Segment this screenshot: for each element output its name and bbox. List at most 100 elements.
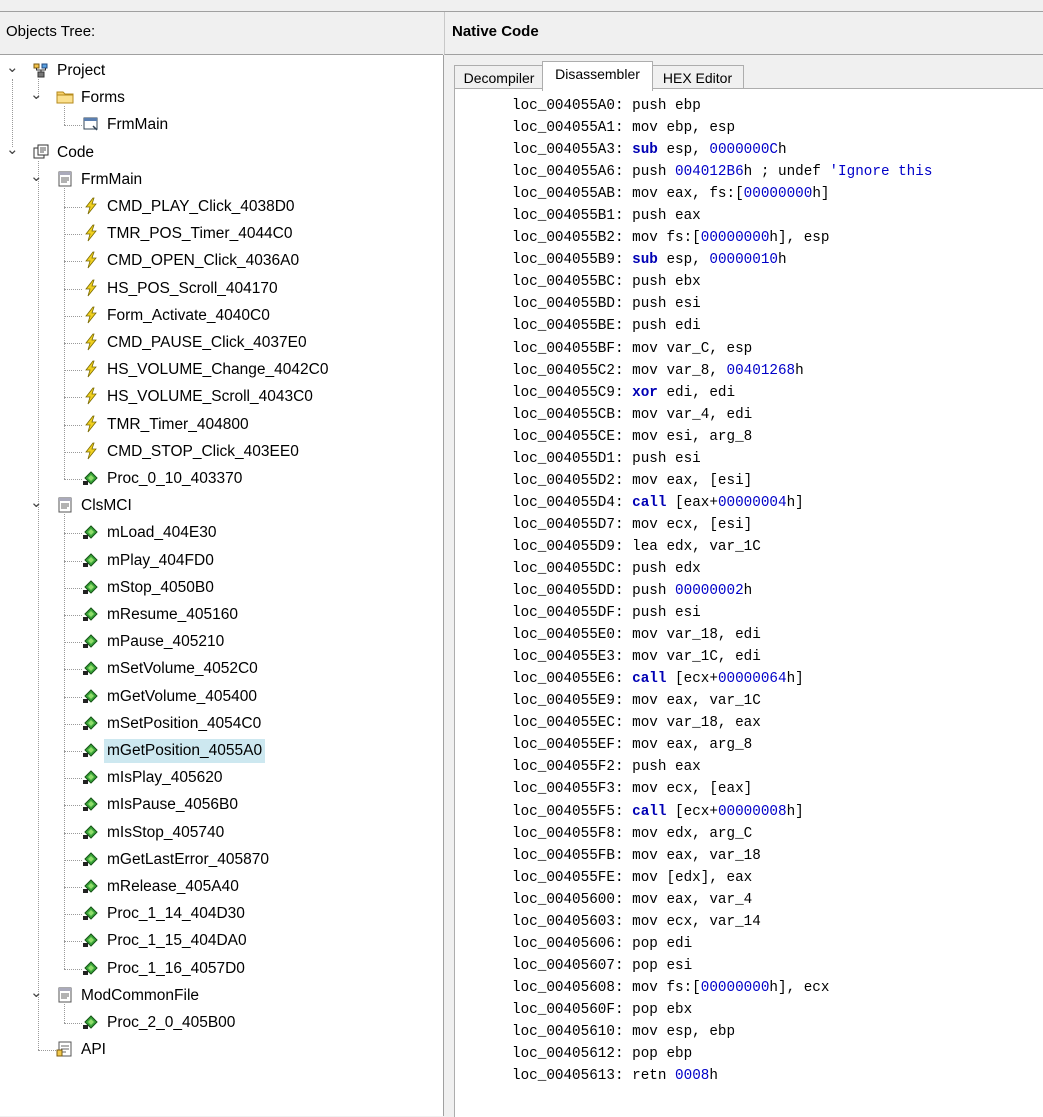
tree-node-method[interactable]: Proc_1_14_404D30: [82, 902, 248, 926]
tree-node-proc[interactable]: Proc_2_0_405B00: [82, 1011, 238, 1035]
tree-connector: [64, 125, 82, 127]
tree-node-method[interactable]: mIsStop_405740: [82, 821, 227, 845]
tree-connector: [64, 1003, 65, 1023]
tree-node-event[interactable]: HS_VOLUME_Scroll_4043C0: [82, 385, 316, 409]
tree-node-event[interactable]: HS_VOLUME_Change_4042C0: [82, 358, 331, 382]
tab-disassembler[interactable]: Disassembler: [542, 61, 653, 91]
tree-node-event[interactable]: CMD_PAUSE_Click_4037E0: [82, 331, 310, 355]
objects-tree-title: Objects Tree:: [6, 23, 96, 40]
code-line: loc_004055DD: push 00000002h: [512, 583, 753, 600]
code-line: loc_004055A0: push ebp: [512, 98, 701, 114]
tree-node-project[interactable]: Project: [32, 59, 108, 83]
code-line: loc_004055AB: mov eax, fs:[00000000h]: [512, 186, 830, 203]
code-line: loc_004055F8: mov edx, arg_C: [512, 825, 753, 842]
tree-node-modcommonfile[interactable]: ModCommonFile: [56, 984, 202, 1008]
folder-icon: [56, 88, 74, 106]
lightning-icon: [82, 442, 100, 460]
tree-node-method[interactable]: mPause_405210: [82, 630, 227, 654]
chevron-down-icon[interactable]: ⌄: [30, 985, 43, 1002]
chevron-down-icon[interactable]: ⌄: [30, 87, 43, 104]
tree-node-label: Proc_1_15_404DA0: [107, 932, 247, 950]
project-icon: [32, 61, 50, 79]
tree-node-method[interactable]: mSetVolume_4052C0: [82, 657, 261, 681]
tree-node-label: ClsMCI: [81, 497, 132, 515]
code-line: loc_004055FB: mov eax, var_18: [512, 847, 761, 864]
lightning-icon: [82, 306, 100, 324]
lightning-icon: [82, 387, 100, 405]
tree-node-forms[interactable]: Forms: [56, 86, 128, 110]
tree-node-event[interactable]: CMD_OPEN_Click_4036A0: [82, 249, 302, 273]
lightning-icon: [82, 251, 100, 269]
tree-node-method[interactable]: mGetVolume_405400: [82, 685, 260, 709]
tree-node-label: mIsStop_405740: [107, 823, 225, 841]
tree-node-method[interactable]: mSetPosition_4054C0: [82, 712, 264, 736]
tree-node-method[interactable]: Proc_1_15_404DA0: [82, 929, 250, 953]
code-line: loc_004055F3: mov ecx, [eax]: [512, 781, 753, 798]
green-method-icon: [82, 823, 100, 841]
tab-hex-editor[interactable]: HEX Editor: [651, 65, 744, 90]
tree-node-event[interactable]: TMR_Timer_404800: [82, 413, 252, 437]
tree-connector: [64, 370, 82, 372]
code-line: loc_004055D7: mov ecx, [esi]: [512, 516, 753, 533]
tree-node-method[interactable]: mPlay_404FD0: [82, 549, 217, 573]
tree-node-label: mSetVolume_4052C0: [107, 660, 258, 678]
tree-node-method[interactable]: mResume_405160: [82, 603, 241, 627]
objects-tree[interactable]: ⌄ Project ⌄ Forms FrmMain ⌄ Code ⌄ FrmMain CMD_PL…: [0, 55, 444, 1116]
tree-node-clsmci[interactable]: ClsMCI: [56, 494, 135, 518]
tree-node-method[interactable]: Proc_1_16_4057D0: [82, 957, 248, 981]
tree-node-method[interactable]: mGetLastError_405870: [82, 848, 272, 872]
tree-node-method[interactable]: mIsPlay_405620: [82, 766, 225, 790]
tree-node-api[interactable]: API: [56, 1038, 109, 1062]
tree-node-event[interactable]: HS_POS_Scroll_404170: [82, 277, 281, 301]
chevron-down-icon[interactable]: ⌄: [30, 495, 43, 512]
tree-node-event[interactable]: CMD_PLAY_Click_4038D0: [82, 195, 298, 219]
code-line: loc_004055DF: push esi: [512, 605, 701, 622]
disassembly-view[interactable]: loc_004055A0: push ebp loc_004055A1: mov …: [454, 88, 1043, 1117]
tree-connector: [64, 261, 82, 263]
chevron-down-icon[interactable]: ⌄: [6, 60, 19, 77]
tree-node-event[interactable]: TMR_POS_Timer_4044C0: [82, 222, 296, 246]
tree-node-code[interactable]: Code: [32, 141, 97, 165]
tree-node-method[interactable]: mRelease_405A40: [82, 875, 242, 899]
tree-node-label: Proc_1_16_4057D0: [107, 959, 245, 977]
green-method-icon: [82, 959, 100, 977]
tree-connector: [64, 941, 82, 943]
objects-tree-header: Objects Tree:: [0, 12, 443, 55]
tree-node-method[interactable]: mStop_4050B0: [82, 576, 217, 600]
code-line: loc_00405603: mov ecx, var_14: [512, 913, 761, 930]
tree-node-event[interactable]: CMD_STOP_Click_403EE0: [82, 440, 302, 464]
tree-node-method[interactable]: mLoad_404E30: [82, 521, 219, 545]
green-method-icon: [82, 551, 100, 569]
code-line: loc_0040560F: pop ebx: [512, 1001, 693, 1018]
tree-node-label: Forms: [81, 89, 125, 107]
tree-node-label: CMD_STOP_Click_403EE0: [107, 442, 299, 460]
code-line: loc_00405600: mov eax, var_4: [512, 891, 753, 908]
tree-node-method[interactable]: mIsPause_4056B0: [82, 793, 241, 817]
code-line: loc_004055D4: call [eax+00000004h]: [512, 494, 804, 511]
tree-node-proc[interactable]: Proc_0_10_403370: [82, 467, 245, 491]
chevron-down-icon[interactable]: ⌄: [30, 169, 43, 186]
green-method-icon: [82, 931, 100, 949]
tree-node-label: mSetPosition_4054C0: [107, 714, 262, 732]
tree-connector: [64, 805, 82, 807]
code-line: loc_004055DC: push edx: [512, 560, 701, 577]
tree-node-method[interactable]: mGetPosition_4055A0: [82, 739, 266, 763]
code-line: loc_004055EC: mov var_18, eax: [512, 715, 761, 732]
tree-node-frmmain[interactable]: FrmMain: [56, 168, 145, 192]
code-line: loc_004055CB: mov var_4, edi: [512, 406, 753, 423]
code-line: loc_004055BD: push esi: [512, 296, 701, 313]
tree-node-event[interactable]: Form_Activate_4040C0: [82, 304, 273, 328]
lightning-icon: [82, 333, 100, 351]
code-line: loc_004055CE: mov esi, arg_8: [512, 428, 753, 445]
tree-connector: [64, 234, 82, 236]
tab-decompiler[interactable]: Decompiler: [454, 65, 544, 90]
tree-node-form-frmmain[interactable]: FrmMain: [82, 113, 171, 137]
tree-node-label: Code: [57, 143, 95, 161]
tree-node-label: FrmMain: [107, 116, 169, 134]
tree-node-label: mGetVolume_405400: [107, 687, 257, 705]
tree-connector: [64, 106, 65, 126]
code-line: loc_00405606: pop edi: [512, 935, 693, 952]
tree-node-label: CMD_OPEN_Click_4036A0: [107, 252, 300, 270]
native-code-header: Native Code: [444, 12, 1043, 55]
chevron-down-icon[interactable]: ⌄: [6, 142, 19, 159]
